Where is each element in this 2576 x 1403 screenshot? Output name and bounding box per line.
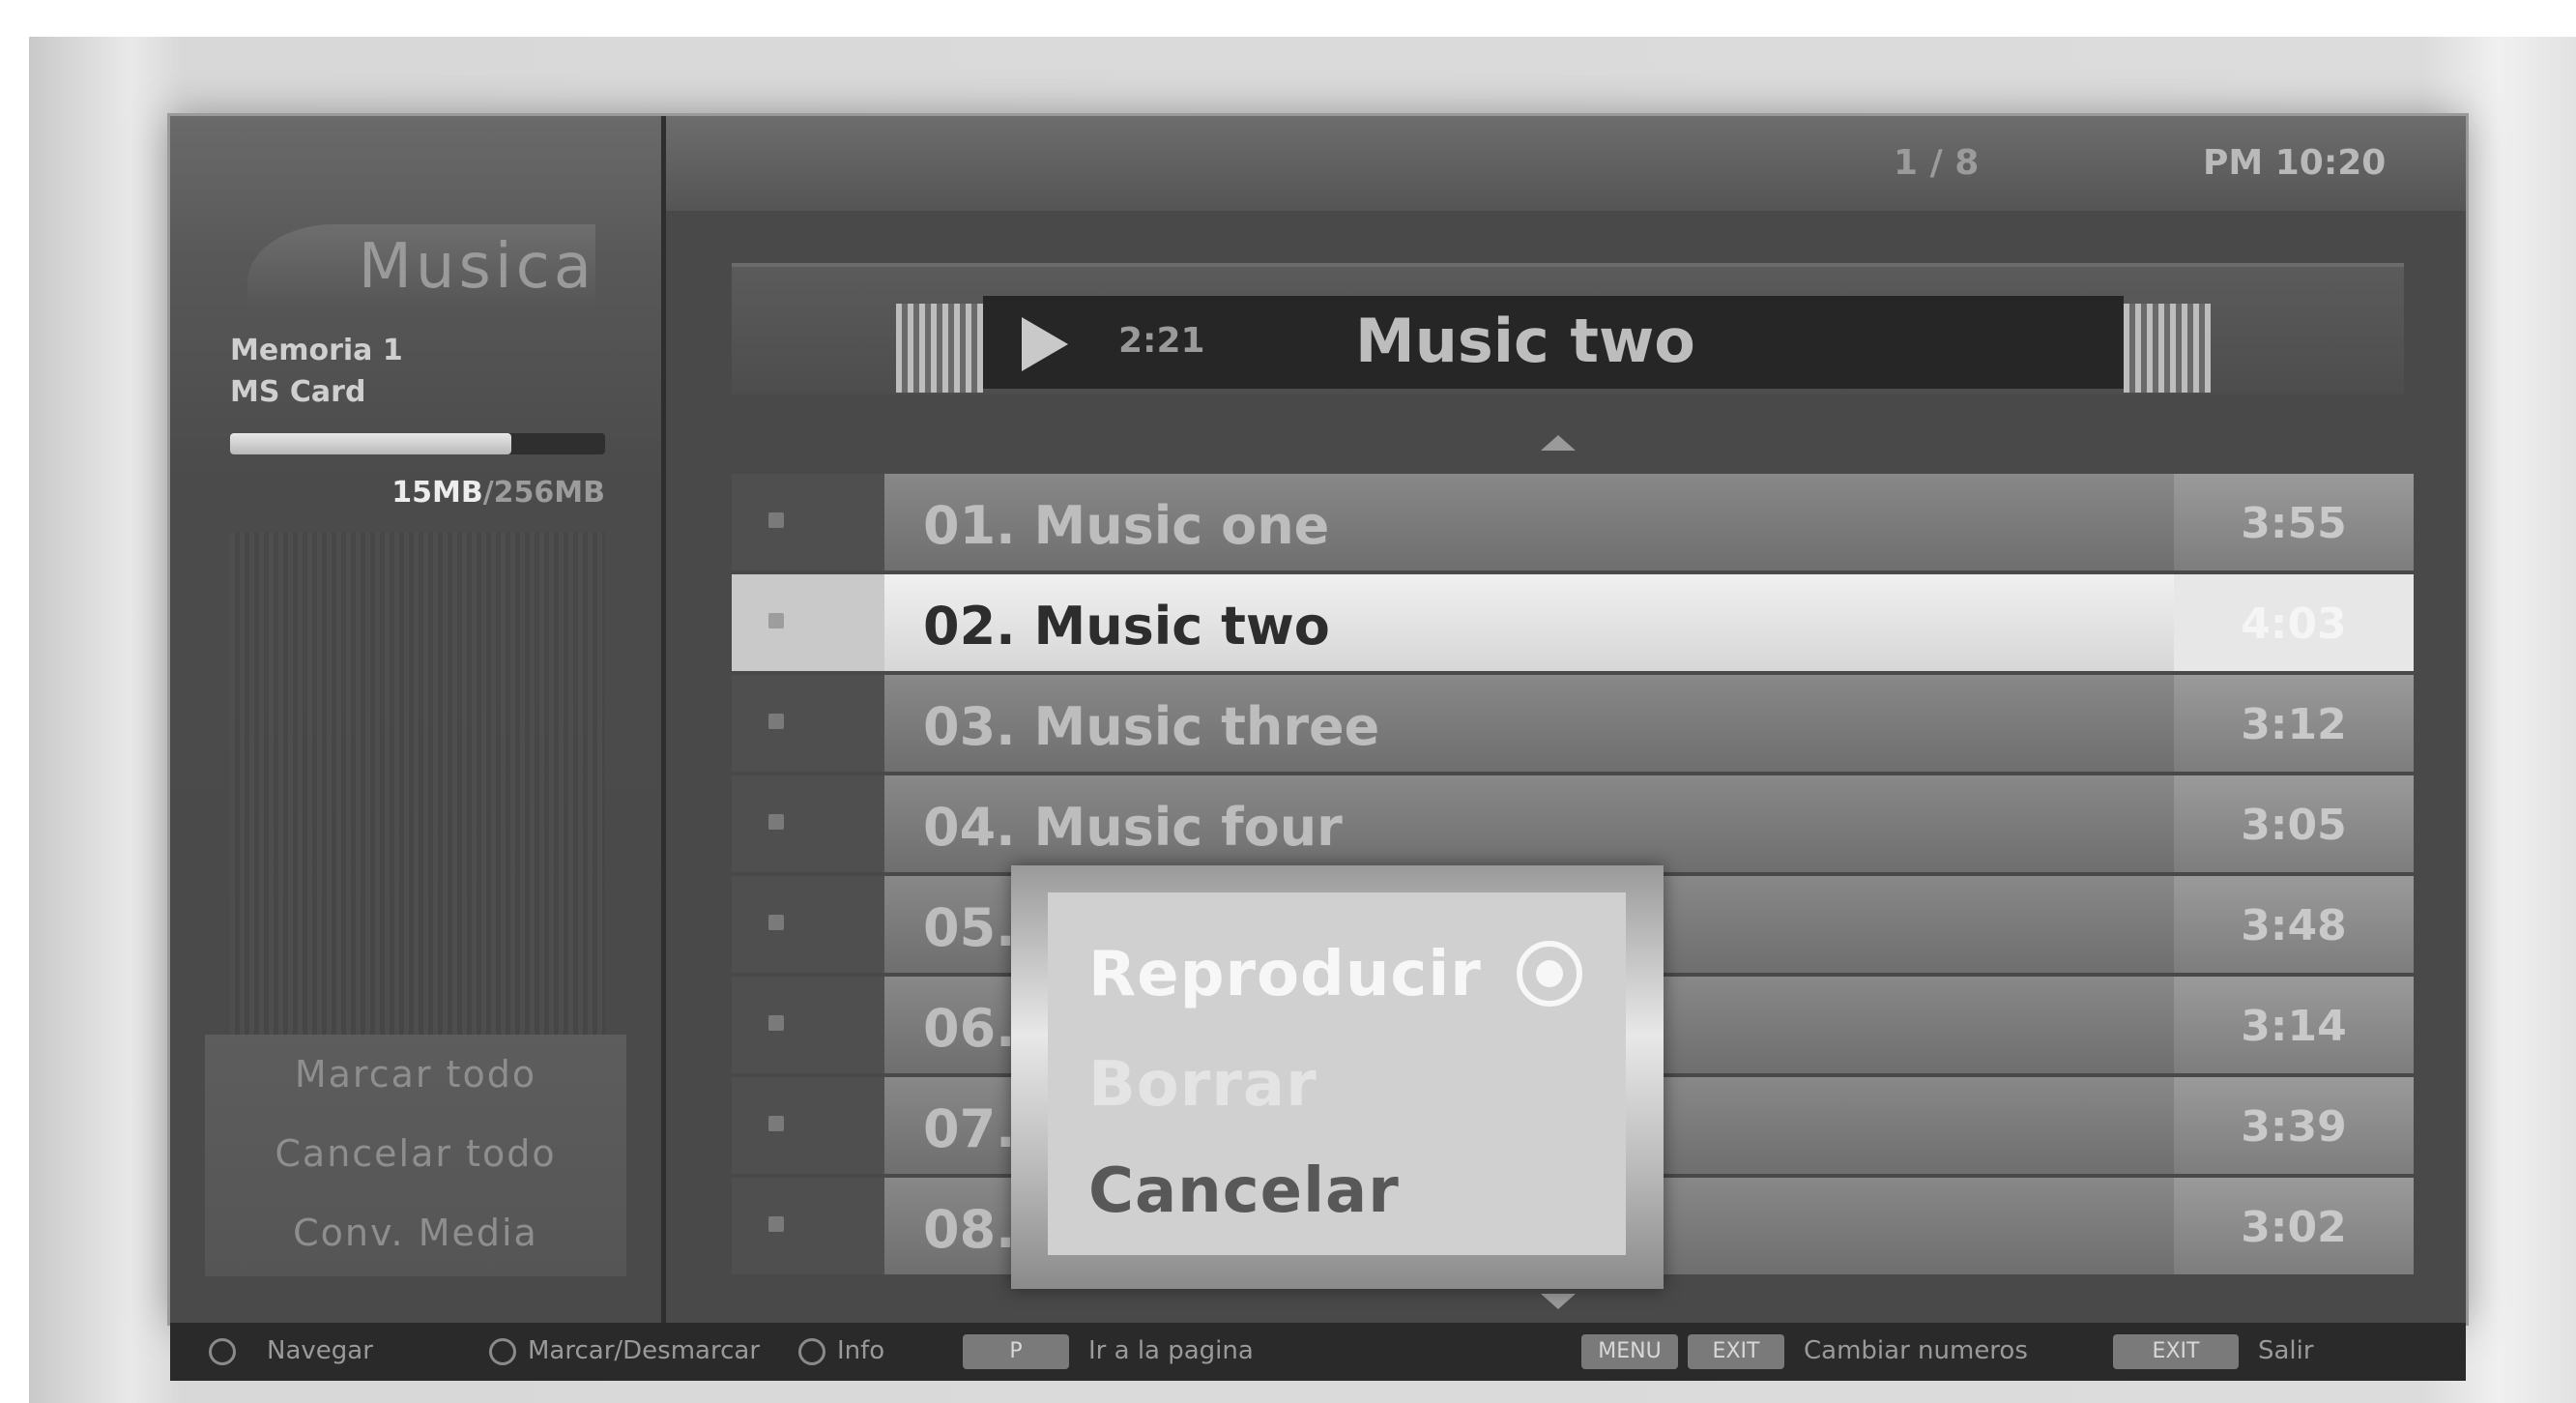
navigate-icon (209, 1338, 236, 1365)
track-title-cell[interactable]: 02. Music two (884, 574, 2174, 671)
track-duration: 3:14 (2241, 1002, 2347, 1051)
track-row[interactable]: 01. Music one 3:55 (732, 474, 2414, 570)
track-title: 02. Music two (923, 596, 1330, 657)
decorative-stripes (230, 532, 605, 1102)
track-title-cell[interactable]: 04. Music four (884, 775, 2174, 872)
menu-key: MENU (1581, 1334, 1678, 1369)
mark-label: Marcar/Desmarcar (528, 1336, 761, 1365)
track-checkbox-area[interactable] (732, 977, 884, 1073)
track-duration: 3:02 (2241, 1203, 2347, 1252)
capacity-text: 15MB/256MB (391, 476, 605, 510)
track-title-cell[interactable]: 03. Music three (884, 675, 2174, 772)
info-icon (798, 1338, 825, 1365)
cancel-option[interactable]: Cancelar (1088, 1155, 1400, 1227)
exit-key-change: EXIT (1688, 1334, 1784, 1369)
convert-media-button[interactable]: Conv. Media (205, 1193, 626, 1272)
track-checkbox-area[interactable] (732, 675, 884, 772)
track-duration: 3:39 (2241, 1102, 2347, 1152)
track-title: 04. Music four (923, 797, 1343, 858)
capacity-separator: / (482, 476, 494, 510)
track-duration-cell: 3:55 (2174, 474, 2414, 570)
scroll-down-icon[interactable] (1541, 1294, 1576, 1309)
track-checkbox-area[interactable] (732, 775, 884, 872)
equalizer-icon (2124, 304, 2211, 393)
page-key: P (963, 1334, 1069, 1369)
top-bar: 1 / 8 PM 10:20 (666, 116, 2466, 211)
track-row[interactable]: 03. Music three 3:12 (732, 675, 2414, 772)
exit-label: Salir (2258, 1336, 2314, 1365)
checkbox-icon[interactable] (768, 915, 784, 930)
capacity-fill (230, 433, 511, 454)
now-playing-bar: 2:21 Music two (732, 263, 2404, 395)
clock: PM 10:20 (2203, 143, 2387, 183)
track-checkbox-area[interactable] (732, 876, 884, 973)
checkbox-icon[interactable] (768, 1015, 784, 1031)
capacity-total: 256MB (493, 476, 605, 510)
track-checkbox-area[interactable] (732, 574, 884, 671)
popup-menu: Reproducir Borrar Cancelar (1048, 892, 1626, 1255)
track-row[interactable]: 04. Music four 3:05 (732, 775, 2414, 872)
device-name: Memoria 1 (230, 334, 403, 367)
track-title: 01. Music one (923, 495, 1330, 556)
left-panel: Musica Memoria 1 MS Card 15MB/256MB Marc… (170, 116, 666, 1323)
change-label: Cambiar numeros (1804, 1336, 2028, 1365)
section-title: Musica (247, 224, 595, 309)
exit-key: EXIT (2113, 1334, 2239, 1369)
track-duration: 3:12 (2241, 700, 2347, 749)
bottom-help-bar: Navegar Marcar/Desmarcar Info P Ir a la … (170, 1323, 2466, 1381)
track-duration-cell: 4:03 (2174, 574, 2414, 671)
track-duration-cell: 3:02 (2174, 1178, 2414, 1274)
play-icon (1022, 317, 1068, 371)
track-duration-cell: 3:48 (2174, 876, 2414, 973)
track-duration-cell: 3:12 (2174, 675, 2414, 772)
checkbox-icon[interactable] (768, 1116, 784, 1131)
track-title-cell[interactable]: 01. Music one (884, 474, 2174, 570)
checkbox-icon[interactable] (768, 814, 784, 830)
checkbox-icon[interactable] (768, 1216, 784, 1232)
now-playing-title: Music two (1355, 306, 1695, 376)
track-checkbox-area[interactable] (732, 1077, 884, 1174)
track-duration: 3:05 (2241, 801, 2347, 850)
track-checkbox-area[interactable] (732, 474, 884, 570)
navigate-label: Navegar (267, 1336, 373, 1365)
track-duration-cell: 3:39 (2174, 1077, 2414, 1174)
mark-all-button[interactable]: Marcar todo (205, 1035, 626, 1114)
cancel-all-button[interactable]: Cancelar todo (205, 1114, 626, 1193)
track-duration: 4:03 (2241, 599, 2347, 649)
track-title: 03. Music three (923, 696, 1380, 757)
device-type: MS Card (230, 375, 366, 409)
scroll-up-icon[interactable] (1541, 435, 1576, 451)
track-duration: 3:55 (2241, 499, 2347, 548)
select-icon (1517, 941, 1582, 1007)
media-browser-window: Musica Memoria 1 MS Card 15MB/256MB Marc… (170, 116, 2466, 1381)
track-duration-cell: 3:14 (2174, 977, 2414, 1073)
checkbox-icon[interactable] (768, 613, 784, 628)
delete-option[interactable]: Borrar (1088, 1049, 1317, 1121)
track-duration-cell: 3:05 (2174, 775, 2414, 872)
mark-icon (489, 1338, 516, 1365)
checkbox-icon[interactable] (768, 714, 784, 729)
track-duration: 3:48 (2241, 901, 2347, 950)
equalizer-icon (896, 304, 983, 393)
left-actions: Marcar todo Cancelar todo Conv. Media (205, 1035, 626, 1276)
page-label: Ir a la pagina (1088, 1336, 1254, 1365)
now-playing-time: 2:21 (1118, 321, 1205, 361)
page-indicator: 1 / 8 (1894, 143, 1980, 183)
play-option[interactable]: Reproducir (1088, 939, 1482, 1010)
capacity-used: 15MB (391, 476, 483, 510)
action-popup: Reproducir Borrar Cancelar (1011, 865, 1664, 1289)
info-label: Info (837, 1336, 885, 1365)
capacity-bar (230, 433, 605, 454)
now-playing: 2:21 Music two (983, 296, 2124, 389)
track-checkbox-area[interactable] (732, 1178, 884, 1274)
track-row[interactable]: 02. Music two 4:03 (732, 574, 2414, 671)
checkbox-icon[interactable] (768, 512, 784, 528)
